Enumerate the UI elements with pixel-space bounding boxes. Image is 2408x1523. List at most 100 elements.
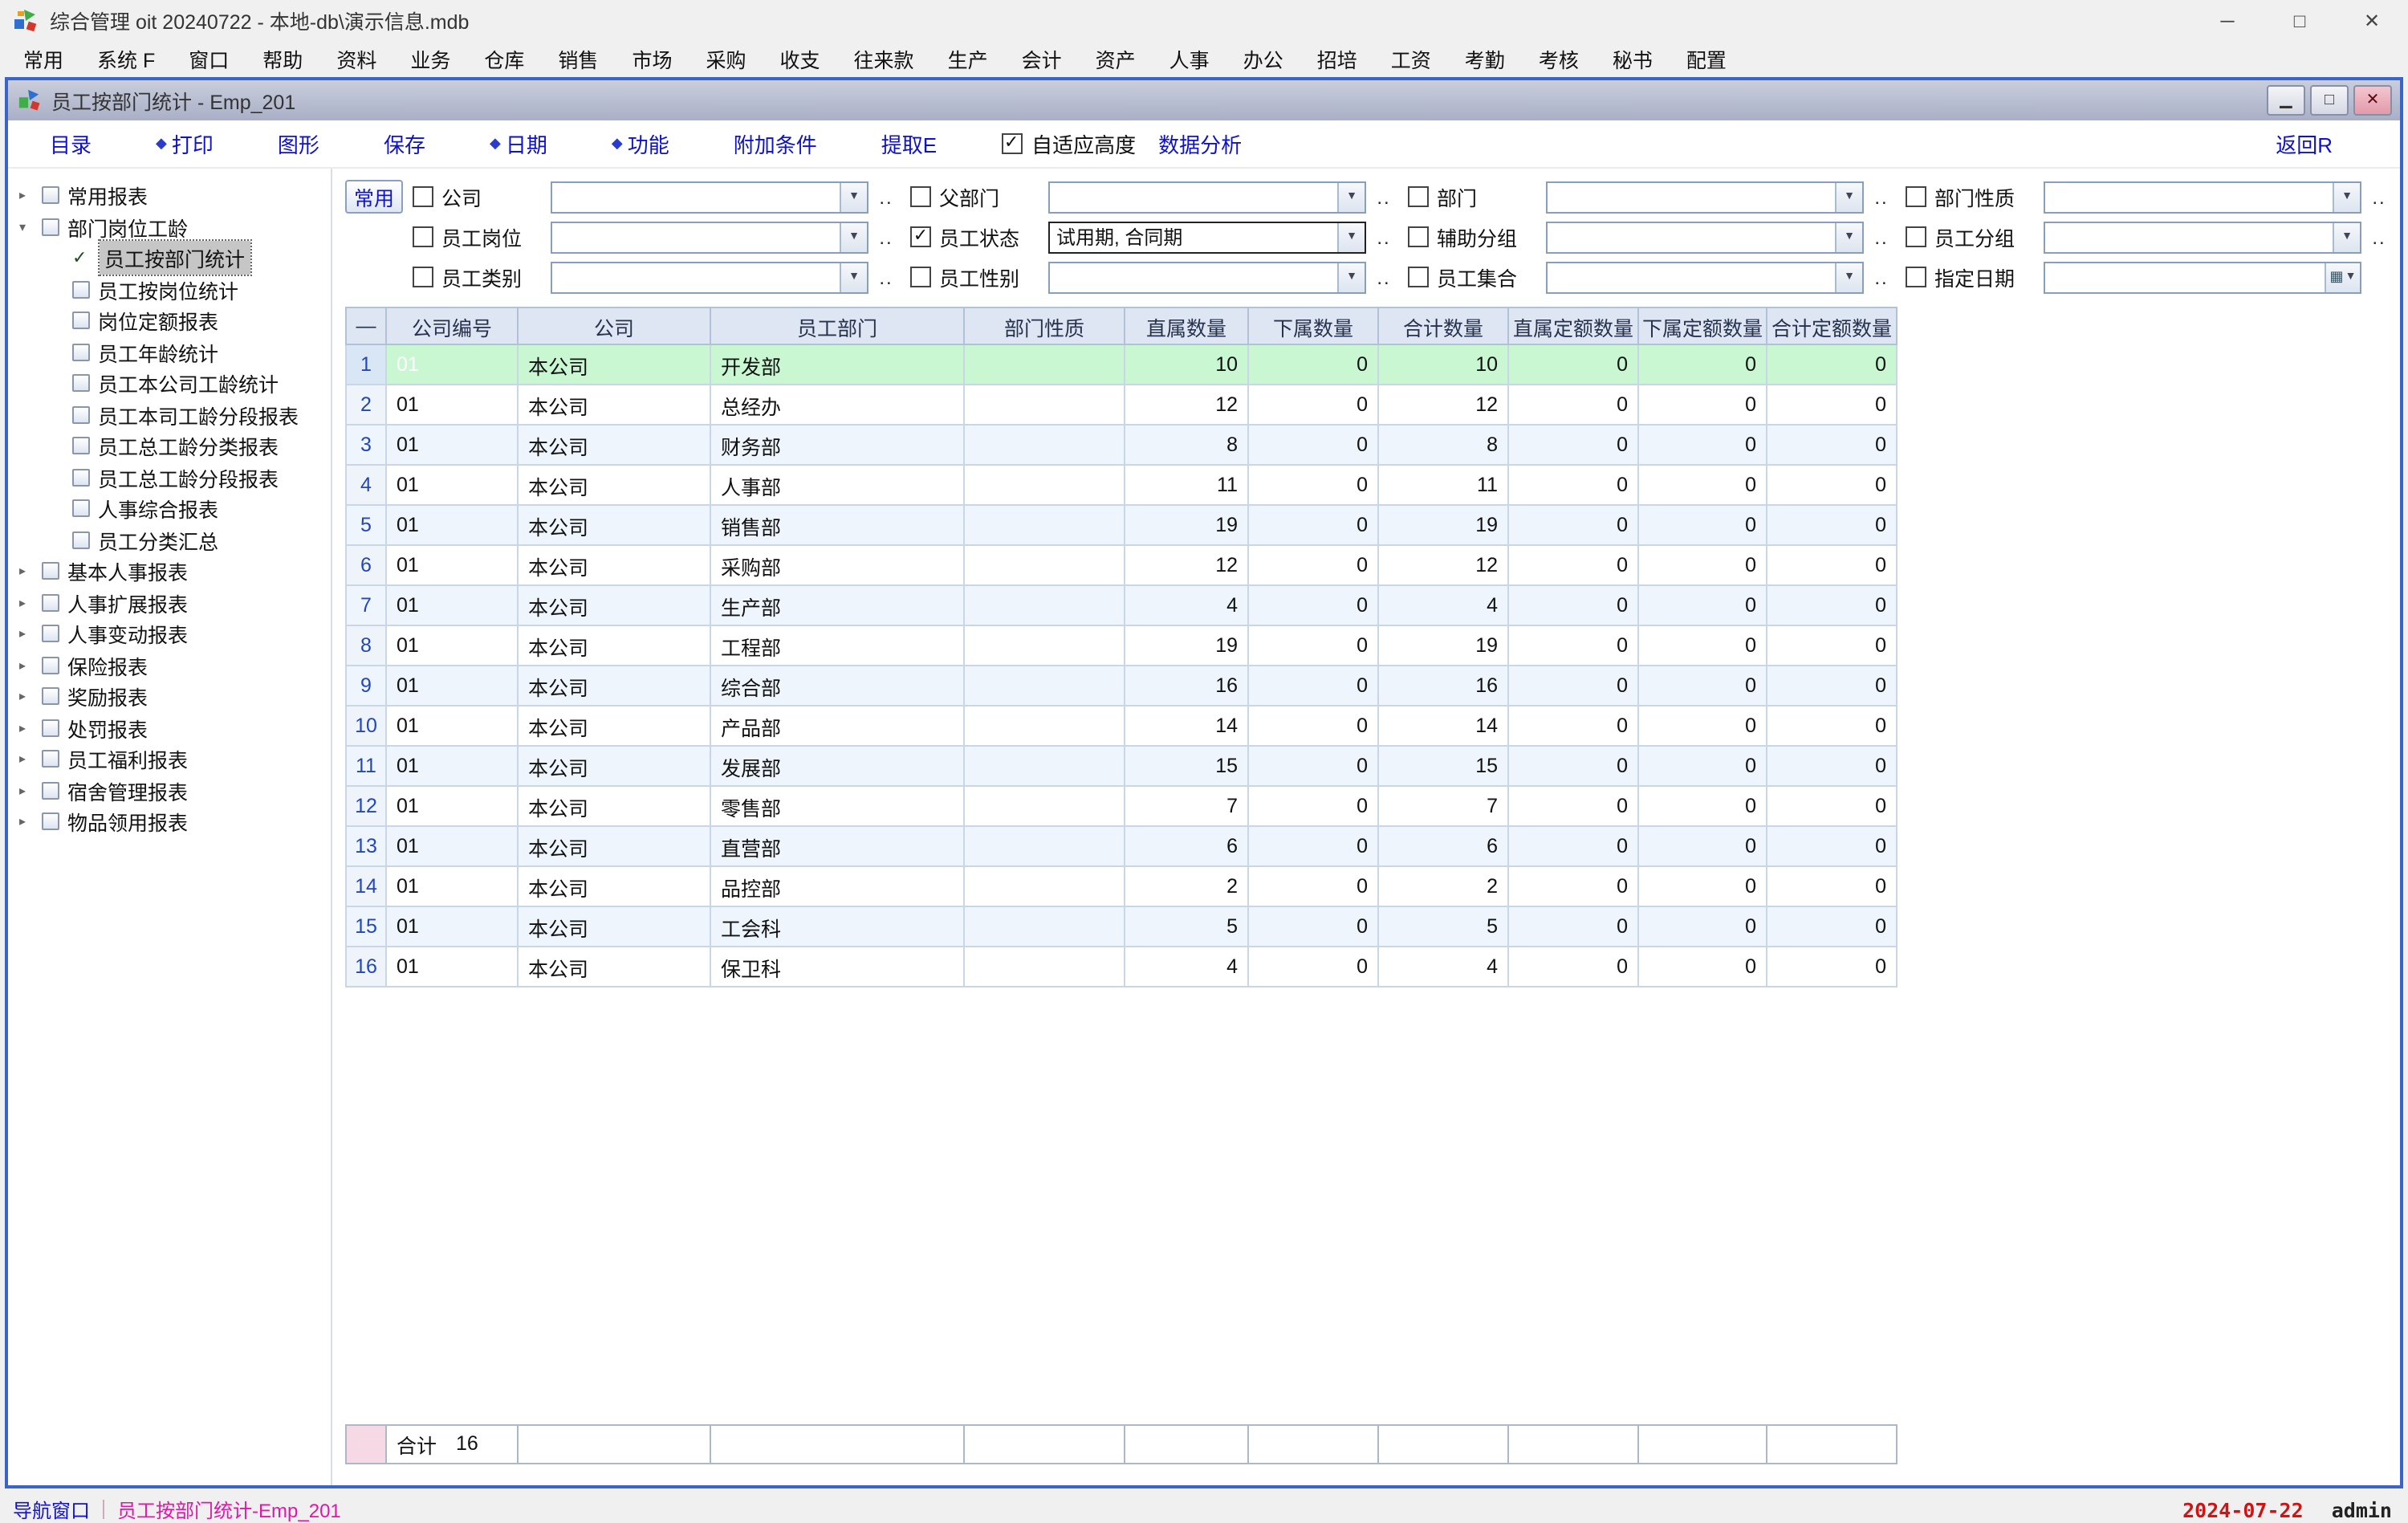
checkbox-company[interactable] (413, 186, 433, 207)
tree-item[interactable]: 员工总工龄分段报表 (8, 462, 331, 493)
cell-company[interactable]: 本公司 (519, 666, 711, 707)
cell-dept-nature[interactable] (965, 907, 1125, 947)
cell-company[interactable]: 本公司 (519, 787, 711, 827)
cell-sub-count[interactable]: 0 (1249, 345, 1379, 385)
cell-direct-quota[interactable]: 0 (1509, 827, 1639, 867)
combo-category[interactable]: ▼ (551, 261, 868, 293)
dropdown-arrow-icon[interactable]: ▼ (2333, 222, 2360, 251)
cell-total-count[interactable]: 16 (1379, 666, 1509, 707)
cell-sub-quota[interactable]: 0 (1639, 546, 1767, 586)
table-row-4[interactable]: 401本公司人事部11011000 (345, 466, 2400, 506)
nav-window-link[interactable]: 导航窗口 (13, 1496, 90, 1523)
cell-direct-count[interactable]: 15 (1125, 747, 1249, 787)
filter-checkbox-gender[interactable]: 员工性别 (910, 262, 1048, 292)
cell-sub-quota[interactable]: 0 (1639, 426, 1767, 466)
expand-icon[interactable]: ▸ (19, 596, 42, 610)
cell-department[interactable]: 保卫科 (711, 947, 965, 988)
more-button-emp-group[interactable]: .. (2361, 226, 2397, 248)
table-row-1[interactable]: 101本公司开发部10010000 (345, 345, 2400, 385)
cell-total-count[interactable]: 14 (1379, 707, 1509, 747)
cell-direct-quota[interactable]: 0 (1509, 626, 1639, 666)
cell-company-code[interactable]: 01 (387, 586, 519, 626)
cell-company[interactable]: 本公司 (519, 626, 711, 666)
filter-checkbox-status[interactable]: ✓员工状态 (910, 222, 1048, 252)
minimize-button[interactable]: ─ (2191, 0, 2264, 40)
cell-direct-quota[interactable]: 0 (1509, 586, 1639, 626)
menu-item-20[interactable]: 考勤 (1448, 43, 1522, 73)
dropdown-arrow-icon[interactable]: ▼ (1337, 263, 1365, 291)
cell-total-quota[interactable]: 0 (1767, 867, 1898, 907)
combo-position[interactable]: ▼ (551, 221, 868, 253)
data-analysis-button[interactable]: 数据分析 (1158, 128, 1242, 159)
menu-item-23[interactable]: 配置 (1670, 43, 1743, 73)
cell-dept-nature[interactable] (965, 626, 1125, 666)
menu-item-7[interactable]: 仓库 (467, 43, 541, 73)
cell-total-count[interactable]: 2 (1379, 867, 1509, 907)
menu-item-10[interactable]: 采购 (689, 43, 763, 73)
menu-item-18[interactable]: 招培 (1300, 43, 1374, 73)
tree-item[interactable]: ▸常用报表 (8, 180, 331, 211)
table-row-10[interactable]: 1001本公司产品部14014000 (345, 707, 2400, 747)
cell-sub-quota[interactable]: 0 (1639, 345, 1767, 385)
cell-company-code[interactable]: 01 (387, 747, 519, 787)
cell-sub-quota[interactable]: 0 (1639, 626, 1767, 666)
tree-item[interactable]: 人事综合报表 (8, 493, 331, 524)
cell-sub-quota[interactable]: 0 (1639, 947, 1767, 988)
cell-sub-count[interactable]: 0 (1249, 707, 1379, 747)
more-button-dept[interactable]: .. (1864, 185, 1899, 208)
expand-icon[interactable]: ▸ (19, 627, 42, 641)
cell-department[interactable]: 销售部 (711, 506, 965, 546)
graph-button[interactable]: 图形 (278, 128, 319, 159)
expand-icon[interactable]: ▸ (19, 658, 42, 673)
column-header-department[interactable]: 员工部门 (711, 307, 965, 345)
cell-company[interactable]: 本公司 (519, 947, 711, 988)
cell-direct-count[interactable]: 11 (1125, 466, 1249, 506)
menu-item-3[interactable]: 窗口 (172, 43, 246, 73)
tree-item[interactable]: 员工分类汇总 (8, 524, 331, 556)
cell-company[interactable]: 本公司 (519, 546, 711, 586)
more-button-gender[interactable]: .. (1366, 266, 1401, 288)
column-header-sub-quota[interactable]: 下属定额数量 (1639, 307, 1767, 345)
maximize-button[interactable]: □ (2264, 0, 2336, 40)
cell-direct-quota[interactable]: 0 (1509, 707, 1639, 747)
cell-dept-nature[interactable] (965, 827, 1125, 867)
cell-department[interactable]: 产品部 (711, 707, 965, 747)
cell-total-count[interactable]: 10 (1379, 345, 1509, 385)
menu-item-5[interactable]: 资料 (319, 43, 393, 73)
menu-item-1[interactable]: 常用 (6, 43, 80, 73)
column-header-direct-quota[interactable]: 直属定额数量 (1509, 307, 1639, 345)
cell-company-code[interactable]: 01 (387, 707, 519, 747)
cell-sub-quota[interactable]: 0 (1639, 907, 1767, 947)
cell-direct-count[interactable]: 12 (1125, 385, 1249, 426)
filter-checkbox-emp-set[interactable]: 员工集合 (1408, 262, 1546, 292)
cell-company-code[interactable]: 01 (387, 626, 519, 666)
cell-department[interactable]: 工程部 (711, 626, 965, 666)
expand-icon[interactable]: ▸ (19, 189, 42, 203)
close-button[interactable]: ✕ (2336, 0, 2408, 40)
combo-dept[interactable]: ▼ (1546, 181, 1864, 213)
cell-company[interactable]: 本公司 (519, 707, 711, 747)
filter-checkbox-dept-nature[interactable]: 部门性质 (1906, 181, 2044, 212)
extra-condition-button[interactable]: 附加条件 (734, 128, 817, 159)
cell-sub-count[interactable]: 0 (1249, 385, 1379, 426)
table-row-12[interactable]: 1201本公司零售部707000 (345, 787, 2400, 827)
cell-company[interactable]: 本公司 (519, 466, 711, 506)
expand-icon[interactable]: ▸ (19, 690, 42, 704)
cell-dept-nature[interactable] (965, 345, 1125, 385)
table-row-5[interactable]: 501本公司销售部19019000 (345, 506, 2400, 546)
cell-dept-nature[interactable] (965, 546, 1125, 586)
cell-dept-nature[interactable] (965, 506, 1125, 546)
cell-department[interactable]: 采购部 (711, 546, 965, 586)
cell-total-quota[interactable]: 0 (1767, 827, 1898, 867)
cell-company-code[interactable]: 01 (387, 345, 519, 385)
cell-total-quota[interactable]: 0 (1767, 385, 1898, 426)
cell-direct-quota[interactable]: 0 (1509, 747, 1639, 787)
cell-direct-quota[interactable]: 0 (1509, 867, 1639, 907)
date-picker-icon[interactable]: ▦▼ (2325, 263, 2360, 291)
cell-direct-quota[interactable]: 0 (1509, 546, 1639, 586)
cell-sub-quota[interactable]: 0 (1639, 707, 1767, 747)
cell-direct-quota[interactable]: 0 (1509, 466, 1639, 506)
cell-sub-count[interactable]: 0 (1249, 466, 1379, 506)
column-header-company-code[interactable]: 公司编号 (387, 307, 519, 345)
cell-direct-quota[interactable]: 0 (1509, 666, 1639, 707)
